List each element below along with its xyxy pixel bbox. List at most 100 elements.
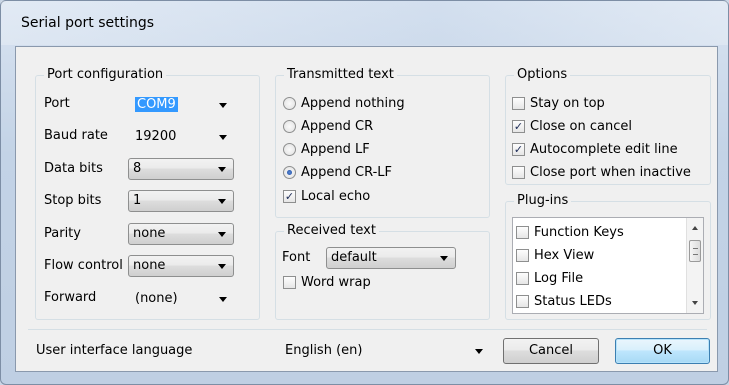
- language-select[interactable]: English (en): [280, 340, 490, 362]
- font-value: default: [331, 250, 377, 265]
- scroll-down-icon[interactable]: [692, 301, 698, 305]
- forward-select[interactable]: (none): [130, 288, 234, 310]
- flow-control-label: Flow control: [44, 258, 123, 273]
- data-bits-label: Data bits: [44, 161, 103, 176]
- plugins-title: Plug-ins: [514, 193, 572, 209]
- chevron-down-icon[interactable]: [219, 103, 227, 108]
- radio-indicator[interactable]: [283, 119, 296, 133]
- radio-label: Append CR-LF: [301, 164, 393, 180]
- checkbox-indicator[interactable]: [516, 248, 529, 262]
- dialog-window: Serial port settings Port configuration …: [0, 0, 729, 385]
- radio-indicator[interactable]: [283, 142, 296, 156]
- language-value: English (en): [285, 343, 363, 358]
- checkbox-label: Stay on top: [530, 95, 605, 111]
- dialog-client-area: Port configuration Port COM9 Baud rate 1…: [15, 46, 718, 372]
- radio-label: Append LF: [301, 141, 370, 157]
- autocomplete-edit-line-checkbox[interactable]: ✓ Autocomplete edit line: [512, 140, 678, 158]
- chevron-down-icon[interactable]: [218, 167, 226, 172]
- chevron-down-icon[interactable]: [440, 256, 448, 261]
- received-text-title: Received text: [284, 223, 379, 239]
- scroll-thumb[interactable]: [689, 240, 701, 262]
- word-wrap-checkbox[interactable]: Word wrap: [283, 273, 371, 291]
- plugin-hex-view[interactable]: Hex View: [516, 246, 594, 264]
- parity-value: none: [133, 226, 166, 241]
- stop-bits-value: 1: [133, 193, 142, 208]
- local-echo-label: Local echo: [301, 188, 371, 204]
- language-label: User interface language: [36, 343, 193, 358]
- checkbox-label: Close on cancel: [530, 118, 632, 134]
- baud-rate-value: 19200: [135, 129, 177, 144]
- font-select[interactable]: default: [326, 247, 456, 269]
- checkbox-indicator[interactable]: [512, 165, 525, 179]
- chevron-down-icon[interactable]: [219, 135, 227, 140]
- forward-value: (none): [135, 291, 178, 306]
- plugin-log-file[interactable]: Log File: [516, 269, 583, 287]
- stop-bits-select[interactable]: 1: [128, 190, 234, 212]
- port-value: COM9: [135, 97, 178, 112]
- stop-bits-label: Stop bits: [44, 193, 102, 208]
- word-wrap-label: Word wrap: [301, 274, 371, 290]
- flow-control-value: none: [133, 258, 166, 273]
- checkbox-indicator[interactable]: [516, 271, 529, 285]
- options-group: Options Stay on top ✓ Close on cancel ✓ …: [505, 67, 711, 185]
- radio-indicator[interactable]: [283, 96, 296, 110]
- radio-append-cr[interactable]: Append CR: [283, 117, 373, 135]
- plugin-function-keys[interactable]: Function Keys: [516, 223, 624, 241]
- checkbox-indicator[interactable]: ✓: [283, 189, 296, 203]
- chevron-down-icon[interactable]: [218, 232, 226, 237]
- received-text-group: Received text Font default Word wrap: [275, 223, 490, 320]
- checkbox-label: Close port when inactive: [530, 164, 691, 180]
- radio-append-cr-lf[interactable]: Append CR-LF: [283, 163, 392, 181]
- stay-on-top-checkbox[interactable]: Stay on top: [512, 94, 605, 112]
- local-echo-checkbox[interactable]: ✓ Local echo: [283, 187, 370, 205]
- plugins-group: Plug-ins Function Keys Hex View Log File…: [505, 193, 711, 320]
- plugins-scrollbar[interactable]: [686, 218, 703, 313]
- scroll-up-icon[interactable]: [692, 226, 698, 230]
- port-label: Port: [44, 96, 70, 111]
- plugin-label: Log File: [534, 270, 584, 286]
- checkbox-indicator[interactable]: ✓: [512, 119, 525, 133]
- cancel-button[interactable]: Cancel: [503, 338, 599, 364]
- data-bits-select[interactable]: 8: [128, 158, 234, 180]
- window-title: Serial port settings: [21, 15, 155, 31]
- plugins-list[interactable]: Function Keys Hex View Log File Status L…: [512, 217, 704, 314]
- parity-label: Parity: [44, 226, 81, 241]
- data-bits-value: 8: [133, 161, 142, 176]
- checkbox-indicator[interactable]: [516, 294, 529, 308]
- port-select[interactable]: COM9: [130, 94, 234, 116]
- baud-rate-select[interactable]: 19200: [130, 126, 234, 148]
- title-bar[interactable]: Serial port settings: [1, 1, 728, 45]
- flow-control-select[interactable]: none: [128, 255, 234, 277]
- radio-label: Append nothing: [301, 95, 405, 111]
- plugin-label: Hex View: [534, 247, 595, 263]
- ok-button[interactable]: OK: [615, 338, 710, 364]
- checkbox-indicator[interactable]: [283, 275, 296, 289]
- chevron-down-icon[interactable]: [475, 349, 483, 354]
- radio-label: Append CR: [301, 118, 374, 134]
- port-configuration-title: Port configuration: [44, 67, 167, 83]
- transmitted-text-title: Transmitted text: [284, 67, 397, 83]
- chevron-down-icon[interactable]: [219, 297, 227, 302]
- checkbox-indicator[interactable]: ✓: [512, 142, 525, 156]
- forward-label: Forward: [44, 290, 97, 305]
- radio-indicator[interactable]: [283, 165, 296, 179]
- port-configuration-group: Port configuration Port COM9 Baud rate 1…: [35, 67, 260, 320]
- transmitted-text-group: Transmitted text Append nothing Append C…: [275, 67, 490, 218]
- font-label: Font: [282, 250, 311, 265]
- options-title: Options: [514, 67, 571, 83]
- chevron-down-icon[interactable]: [218, 199, 226, 204]
- parity-select[interactable]: none: [128, 223, 234, 245]
- close-on-cancel-checkbox[interactable]: ✓ Close on cancel: [512, 117, 632, 135]
- radio-append-lf[interactable]: Append LF: [283, 140, 370, 158]
- plugin-status-leds[interactable]: Status LEDs: [516, 292, 612, 310]
- plugin-label: Status LEDs: [534, 293, 612, 309]
- close-port-when-inactive-checkbox[interactable]: Close port when inactive: [512, 163, 691, 181]
- checkbox-indicator[interactable]: [516, 225, 529, 239]
- checkbox-label: Autocomplete edit line: [530, 141, 678, 157]
- checkbox-indicator[interactable]: [512, 96, 525, 110]
- footer-divider: [28, 329, 707, 330]
- plugin-label: Function Keys: [534, 224, 624, 240]
- chevron-down-icon[interactable]: [218, 264, 226, 269]
- radio-append-nothing[interactable]: Append nothing: [283, 94, 405, 112]
- baud-rate-label: Baud rate: [44, 128, 108, 143]
